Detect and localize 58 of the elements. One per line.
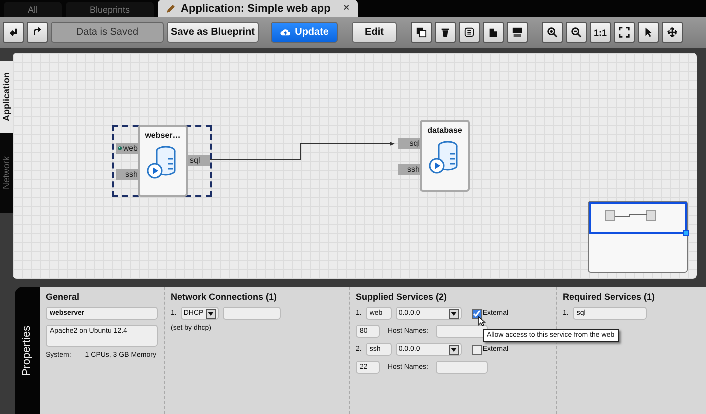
move-button[interactable] bbox=[662, 22, 683, 43]
redo-button[interactable] bbox=[27, 22, 48, 43]
tab[interactable]: Blueprints bbox=[66, 2, 154, 17]
section-title: General bbox=[46, 292, 81, 302]
pointer-button[interactable] bbox=[638, 22, 659, 43]
trash-button[interactable] bbox=[435, 22, 456, 43]
dropdown-arrow-icon bbox=[448, 308, 459, 318]
section-title: Network Connections (1) bbox=[171, 292, 278, 302]
move-icon bbox=[667, 27, 678, 38]
fit-screen-icon bbox=[619, 27, 630, 38]
service-node[interactable]: webser… bbox=[138, 125, 188, 197]
section-title: Supplied Services (2) bbox=[356, 292, 448, 302]
output-port[interactable]: sql bbox=[188, 155, 210, 166]
properties-tab[interactable]: Properties bbox=[15, 287, 40, 414]
section-title: Required Services (1) bbox=[563, 292, 656, 302]
document-button[interactable] bbox=[483, 22, 504, 43]
zoom-in-icon bbox=[547, 27, 558, 38]
pencil-icon bbox=[166, 4, 176, 14]
tab[interactable]: Application: Simple web app × bbox=[158, 0, 358, 17]
zoom-out-button[interactable] bbox=[566, 22, 587, 43]
service-node[interactable]: database bbox=[420, 120, 470, 192]
host-names-field[interactable] bbox=[436, 325, 488, 338]
save-status-button[interactable]: Data is Saved bbox=[51, 22, 164, 43]
input-port[interactable]: sql bbox=[398, 138, 422, 149]
save-as-blueprint-button[interactable]: Save as Blueprint bbox=[167, 22, 259, 43]
zoom-reset-button[interactable]: 1:1 bbox=[590, 22, 611, 43]
input-port[interactable]: web bbox=[116, 143, 140, 154]
zoom-in-button[interactable] bbox=[542, 22, 563, 43]
duplicate-button[interactable] bbox=[411, 22, 432, 43]
edit-button[interactable]: Edit bbox=[352, 22, 397, 43]
address-field[interactable] bbox=[222, 307, 281, 320]
minimap-diagram-drawing bbox=[605, 210, 657, 222]
fit-screen-button[interactable] bbox=[614, 22, 635, 43]
undo-icon bbox=[8, 27, 19, 38]
dropdown-arrow-icon bbox=[206, 308, 216, 318]
redo-icon bbox=[32, 27, 43, 38]
resize-handle[interactable] bbox=[683, 230, 689, 236]
cursor-icon bbox=[478, 316, 486, 327]
duplicate-icon bbox=[416, 27, 427, 38]
zoom-out-icon bbox=[571, 27, 582, 38]
minimap-viewport[interactable] bbox=[589, 202, 687, 234]
external-checkbox[interactable] bbox=[472, 344, 482, 354]
update-button[interactable]: Update bbox=[271, 22, 338, 43]
undo-button[interactable] bbox=[3, 22, 24, 43]
trash-icon bbox=[440, 27, 451, 38]
node-title: database bbox=[428, 126, 462, 135]
input-port[interactable]: ssh bbox=[116, 169, 140, 180]
host-names-field[interactable] bbox=[436, 361, 488, 374]
tab[interactable]: All bbox=[4, 2, 62, 17]
pointer-icon bbox=[643, 27, 654, 38]
external-checkbox[interactable] bbox=[472, 308, 482, 318]
node-title: webser… bbox=[145, 131, 181, 140]
cloud-upload-icon bbox=[280, 27, 292, 38]
document-icon bbox=[488, 27, 499, 38]
close-tab-button[interactable]: × bbox=[344, 3, 350, 14]
dropdown-arrow-icon bbox=[448, 344, 459, 354]
input-port[interactable]: ssh bbox=[398, 164, 422, 175]
side-tab[interactable]: Application bbox=[0, 61, 13, 133]
